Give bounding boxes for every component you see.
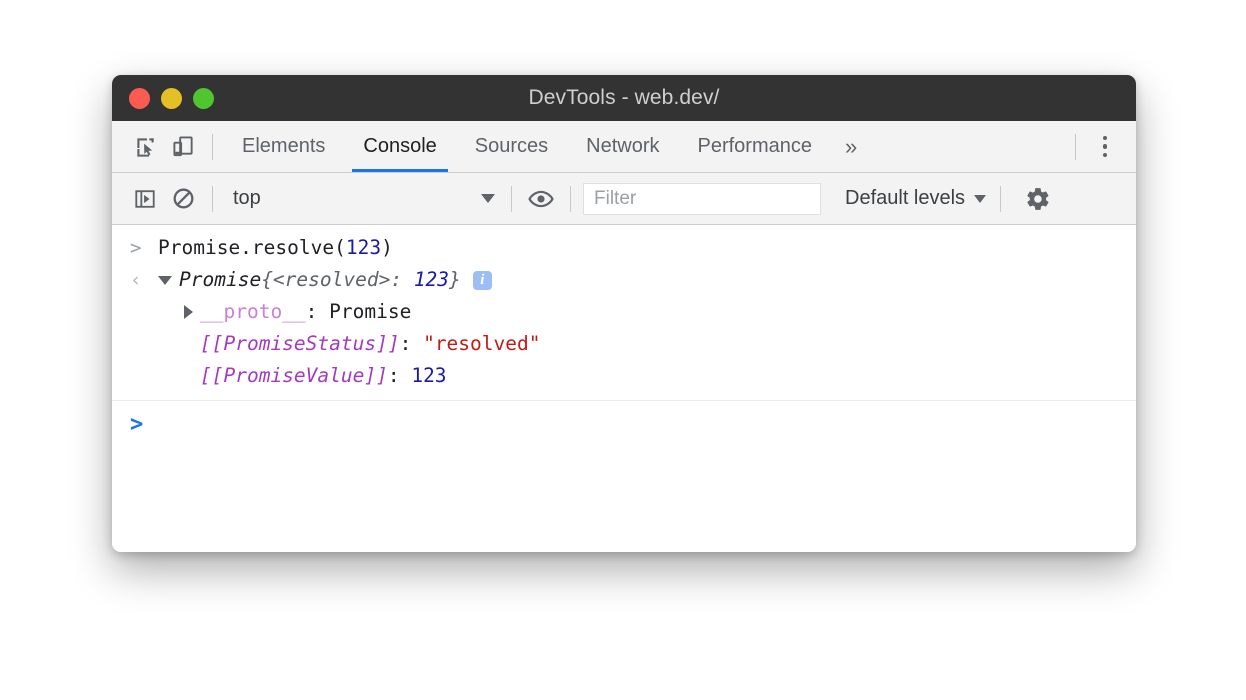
expression-before: Promise.resolve( xyxy=(158,236,346,259)
clear-console-icon[interactable] xyxy=(164,180,202,218)
property-key: __proto__ xyxy=(200,296,306,328)
console-body[interactable]: > Promise.resolve(123) ‹ Promise {<resol… xyxy=(112,225,1136,552)
console-prompt-row[interactable]: > xyxy=(112,401,1136,447)
tab-elements[interactable]: Elements xyxy=(223,121,344,172)
log-levels-value: Default levels xyxy=(845,187,965,210)
window-titlebar: DevTools - web.dev/ xyxy=(112,75,1136,121)
console-sidebar-icon[interactable] xyxy=(126,180,164,218)
console-toolbar-divider-3 xyxy=(570,186,571,212)
execution-context-value: top xyxy=(233,187,481,210)
device-toolbar-icon[interactable] xyxy=(164,128,202,166)
console-toolbar: top Filter Default levels xyxy=(112,173,1136,225)
screenshot-root: DevTools - web.dev/ xyxy=(0,0,1246,700)
property-value: Promise xyxy=(329,296,411,328)
tab-performance[interactable]: Performance xyxy=(679,121,832,172)
expression-number: 123 xyxy=(346,236,381,259)
disclosure-triangle-collapsed-icon[interactable] xyxy=(184,305,193,319)
object-property-promisevalue: [[PromiseValue]]: 123 xyxy=(158,360,540,392)
log-levels-select[interactable]: Default levels xyxy=(845,187,986,210)
window-controls xyxy=(129,75,214,121)
input-chevron-icon: > xyxy=(130,232,158,264)
close-button[interactable] xyxy=(129,88,150,109)
console-message-group: > Promise.resolve(123) ‹ Promise {<resol… xyxy=(112,225,1136,401)
tabbar-divider-2 xyxy=(1075,134,1076,160)
property-key: [[PromiseStatus]] xyxy=(200,328,400,360)
inspect-element-icon[interactable] xyxy=(126,128,164,166)
tabbar-right-group xyxy=(1065,128,1136,166)
output-chevron-icon: ‹ xyxy=(130,264,158,296)
console-input-expression: Promise.resolve(123) xyxy=(158,232,393,264)
object-summary-line[interactable]: Promise {<resolved>: 123 } i xyxy=(158,264,540,296)
console-output-row: ‹ Promise {<resolved>: 123 } i __proto__… xyxy=(112,264,1136,392)
property-separator: : xyxy=(306,296,329,328)
prompt-chevron-icon: > xyxy=(130,412,158,437)
property-value: "resolved" xyxy=(423,328,540,360)
tabbar-divider-1 xyxy=(212,134,213,160)
object-class-name: Promise xyxy=(179,264,261,296)
property-value: 123 xyxy=(411,360,446,392)
console-toolbar-divider-2 xyxy=(511,186,512,212)
property-separator: : xyxy=(388,360,411,392)
devtools-tabbar: Elements Console Sources Network Perform… xyxy=(112,121,1136,173)
object-property-proto[interactable]: __proto__: Promise xyxy=(158,296,540,328)
info-badge-icon[interactable]: i xyxy=(473,271,492,290)
minimize-button[interactable] xyxy=(161,88,182,109)
console-toolbar-divider-1 xyxy=(212,186,213,212)
property-separator: : xyxy=(400,328,423,360)
property-key: [[PromiseValue]] xyxy=(200,360,388,392)
more-tabs-chevron-icon[interactable]: » xyxy=(831,134,871,160)
disclosure-triangle-expanded-icon[interactable] xyxy=(158,276,172,285)
console-toolbar-divider-4 xyxy=(1000,186,1001,212)
tab-console[interactable]: Console xyxy=(344,121,455,172)
devtools-window: DevTools - web.dev/ xyxy=(112,75,1136,552)
settings-gear-icon[interactable] xyxy=(1025,186,1051,212)
object-property-promisestatus: [[PromiseStatus]]: "resolved" xyxy=(158,328,540,360)
more-vertical-icon[interactable] xyxy=(1086,128,1124,166)
window-title: DevTools - web.dev/ xyxy=(112,86,1136,110)
tab-network[interactable]: Network xyxy=(567,121,678,172)
chevron-down-icon xyxy=(481,194,495,203)
execution-context-select[interactable]: top xyxy=(223,187,501,210)
tab-sources[interactable]: Sources xyxy=(456,121,567,172)
panel-tabs: Elements Console Sources Network Perform… xyxy=(223,121,831,172)
object-summary-value: 123 xyxy=(414,264,449,296)
maximize-button[interactable] xyxy=(193,88,214,109)
object-preview: Promise {<resolved>: 123 } i __proto__: … xyxy=(158,264,540,392)
object-summary-close: } xyxy=(449,264,461,296)
expression-after: ) xyxy=(381,236,393,259)
object-summary-open: {<resolved>: xyxy=(261,264,414,296)
filter-input[interactable]: Filter xyxy=(583,183,821,215)
console-input-echo-row: > Promise.resolve(123) xyxy=(112,225,1136,264)
chevron-down-icon xyxy=(974,195,986,203)
live-expression-eye-icon[interactable] xyxy=(522,180,560,218)
